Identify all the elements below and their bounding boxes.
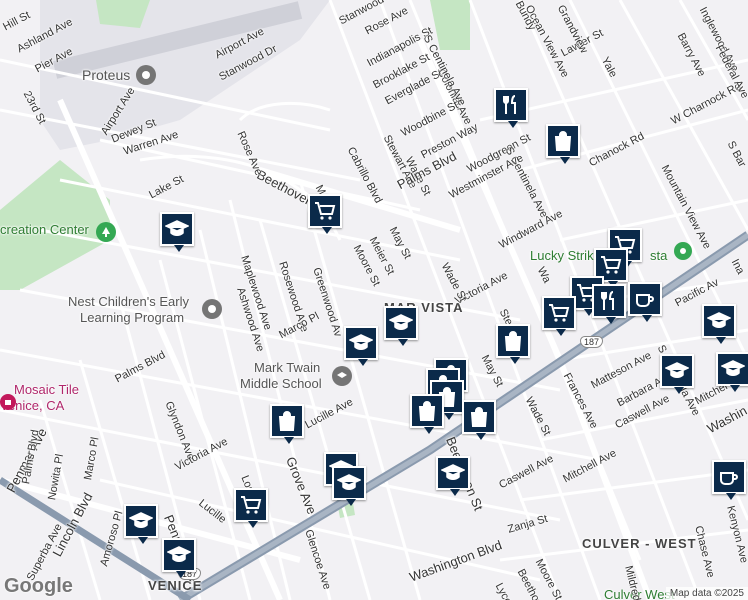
school-pin[interactable] xyxy=(332,466,366,506)
school-pin[interactable] xyxy=(660,354,694,394)
school-pin[interactable] xyxy=(702,304,736,344)
school-pin[interactable] xyxy=(124,504,158,544)
school-icon xyxy=(337,474,361,490)
place-label[interactable]: Mark Twain xyxy=(254,360,320,375)
place-label[interactable]: Nest Children's Early xyxy=(68,294,189,309)
route-shield: 187 xyxy=(580,336,604,348)
google-logo: Google xyxy=(4,575,73,597)
shopping-cart-pin[interactable] xyxy=(542,296,576,336)
shopping-cart-icon xyxy=(601,256,622,274)
school-pin[interactable] xyxy=(716,352,748,392)
shopping-bag-icon xyxy=(504,331,522,351)
shopping-cart-icon xyxy=(241,496,262,514)
cafe-icon xyxy=(720,472,738,485)
shopping-bag-pin[interactable] xyxy=(496,324,530,364)
school-icon xyxy=(349,334,373,350)
shopping-bag-pin[interactable] xyxy=(410,394,444,434)
shopping-bag-pin[interactable] xyxy=(270,404,304,444)
place-label[interactable]: sta xyxy=(650,248,667,263)
school-icon xyxy=(441,464,465,480)
school-icon xyxy=(665,362,689,378)
shopping-bag-icon xyxy=(470,407,488,427)
restaurant-icon xyxy=(503,95,516,114)
shopping-bag-icon xyxy=(278,411,296,431)
restaurant-pin[interactable] xyxy=(592,284,626,324)
school-icon xyxy=(165,220,189,236)
cafe-pin[interactable] xyxy=(712,460,746,500)
place-icon[interactable] xyxy=(136,65,156,85)
shopping-bag-icon xyxy=(554,131,572,151)
place-label[interactable]: Middle School xyxy=(240,376,322,391)
school-pin[interactable] xyxy=(160,212,194,252)
school-pin[interactable] xyxy=(384,306,418,346)
shopping-bag-pin[interactable] xyxy=(546,124,580,164)
shopping-icon[interactable] xyxy=(0,394,16,410)
bowling-icon[interactable] xyxy=(674,242,692,260)
place-label[interactable]: Learning Program xyxy=(80,310,184,325)
park-icon[interactable] xyxy=(96,222,116,242)
school-icon[interactable] xyxy=(332,366,352,386)
school-icon xyxy=(129,512,153,528)
place-label[interactable]: Proteus xyxy=(82,67,130,83)
school-pin[interactable] xyxy=(162,538,196,578)
restaurant-icon xyxy=(601,291,614,310)
restaurant-pin[interactable] xyxy=(494,88,528,128)
school-pin[interactable] xyxy=(344,326,378,366)
cafe-pin[interactable] xyxy=(628,282,662,322)
shopping-cart-icon xyxy=(549,304,570,322)
school-icon[interactable] xyxy=(202,299,222,319)
shopping-bag-icon xyxy=(418,401,436,421)
shopping-bag-pin[interactable] xyxy=(462,400,496,440)
place-label[interactable]: Mosaic Tile xyxy=(14,382,79,397)
neighborhood-label: CULVER - WEST xyxy=(582,536,697,551)
school-icon xyxy=(167,546,191,562)
school-icon xyxy=(389,314,413,330)
park-label[interactable]: creation Center xyxy=(0,222,89,237)
school-pin[interactable] xyxy=(436,456,470,496)
cafe-icon xyxy=(636,294,654,307)
map-attribution[interactable]: Map data ©2025 xyxy=(665,587,748,600)
school-icon xyxy=(721,360,745,376)
school-icon xyxy=(707,312,731,328)
place-label[interactable]: Lucky Strike xyxy=(530,248,601,263)
shopping-cart-icon xyxy=(315,202,336,220)
shopping-cart-pin[interactable] xyxy=(308,194,342,234)
shopping-cart-pin[interactable] xyxy=(234,488,268,528)
map-canvas[interactable]: MAR VISTA CULVER - WEST VENICE Proteus c… xyxy=(0,0,748,600)
